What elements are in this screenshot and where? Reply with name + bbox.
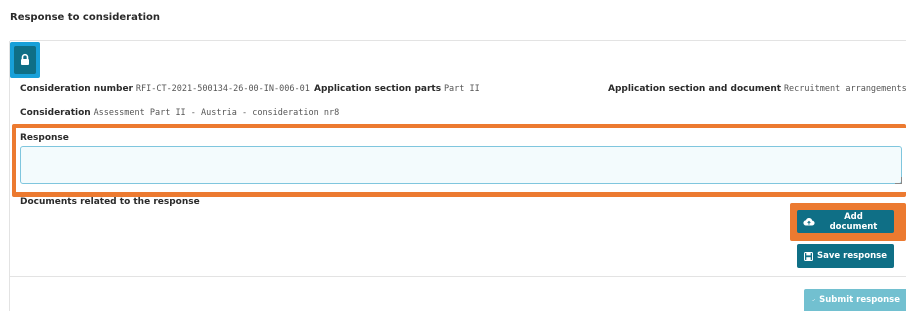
save-icon [804,251,814,261]
resize-grip-icon[interactable] [895,177,902,184]
cloud-upload-icon [803,218,815,226]
panel-left-border [9,41,10,311]
documents-label: Documents related to the response [20,197,200,207]
consideration-number: Consideration number RFI-CT-2021-500134-… [20,84,310,94]
check-icon [812,298,815,302]
consideration-number-label: Consideration number [20,84,133,94]
page-title: Response to consideration [10,12,161,23]
section-parts-label: Application section parts [314,84,442,94]
lock-button[interactable] [14,46,36,74]
submit-response-button[interactable]: Submit response [804,289,906,311]
consideration-label: Consideration [20,108,91,118]
response-label: Response [20,133,69,143]
section-parts: Application section parts Part II [314,84,480,94]
submit-response-label: Submit response [819,295,900,305]
section-document-value: Recruitment arrangements [783,84,906,94]
consideration-value: Assessment Part II - Austria - considera… [93,108,340,118]
title-divider [10,40,906,41]
save-response-button[interactable]: Save response [797,244,894,268]
save-response-label: Save response [817,251,887,261]
consideration-number-value: RFI-CT-2021-500134-26-00-IN-006-01 [135,84,310,94]
consideration: Consideration Assessment Part II - Austr… [20,108,339,118]
footer-divider [10,276,906,277]
response-textarea[interactable] [20,146,902,184]
lock-icon [21,53,29,65]
section-parts-value: Part II [443,84,480,94]
add-document-button[interactable]: Add document [797,210,894,233]
section-document-label: Application section and document [608,84,782,94]
add-document-label: Add document [829,211,878,232]
section-document: Application section and document Recruit… [608,84,906,94]
